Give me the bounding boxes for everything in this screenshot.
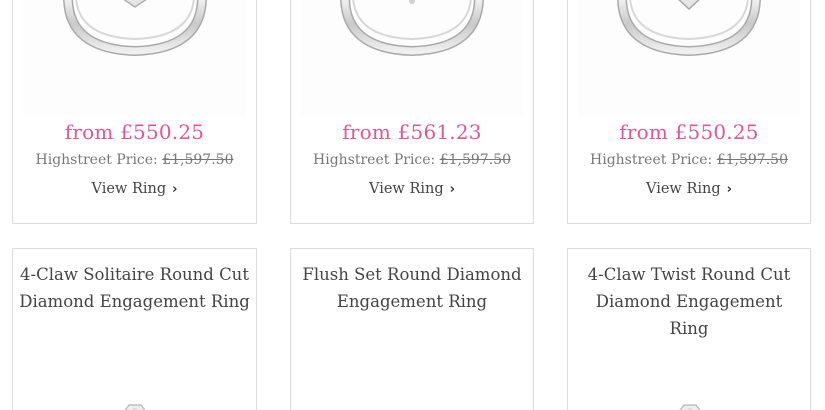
product-card[interactable]: from £550.25 Highstreet Price: £1,597.50… xyxy=(567,0,811,224)
highstreet-label: Highstreet Price: xyxy=(313,152,436,168)
view-ring-link[interactable]: View Ring › xyxy=(568,181,810,197)
product-title[interactable]: Flush Set Round Diamond Engagement Ring xyxy=(297,261,527,315)
product-title-line: Flush Set Round Diamond xyxy=(302,265,522,284)
product-price: from £561.23 xyxy=(342,120,482,144)
product-price: from £550.25 xyxy=(619,120,759,144)
ring-image[interactable] xyxy=(23,329,246,410)
view-ring-label: View Ring xyxy=(369,181,444,197)
product-title-line: 4-Claw Twist Round Cut xyxy=(587,265,791,284)
ring-image[interactable] xyxy=(23,0,246,117)
highstreet-value: £1,597.50 xyxy=(716,152,788,168)
highstreet-price: Highstreet Price: £1,597.50 xyxy=(13,152,256,168)
chevron-right-icon: › xyxy=(726,182,732,197)
ring-image[interactable] xyxy=(578,0,800,117)
ring-image[interactable] xyxy=(578,329,800,410)
product-title-line: Engagement Ring xyxy=(336,292,488,311)
chevron-right-icon: › xyxy=(449,182,455,197)
view-ring-link[interactable]: View Ring › xyxy=(13,181,256,197)
highstreet-label: Highstreet Price: xyxy=(590,152,713,168)
highstreet-value: £1,597.50 xyxy=(162,152,234,168)
highstreet-price: Highstreet Price: £1,597.50 xyxy=(291,152,533,168)
product-card[interactable]: from £550.25 Highstreet Price: £1,597.50… xyxy=(12,0,257,224)
product-price: from £550.25 xyxy=(64,120,205,144)
highstreet-label: Highstreet Price: xyxy=(35,152,158,168)
product-grid: from £550.25 Highstreet Price: £1,597.50… xyxy=(0,0,825,410)
product-title-line: Diamond Engagement Ring xyxy=(19,292,250,311)
ring-image[interactable] xyxy=(301,329,523,410)
product-card[interactable]: 4-Claw Solitaire Round Cut Diamond Engag… xyxy=(12,248,257,410)
view-ring-label: View Ring xyxy=(646,181,721,197)
product-title[interactable]: 4-Claw Solitaire Round Cut Diamond Engag… xyxy=(19,261,250,315)
product-card[interactable]: Flush Set Round Diamond Engagement Ring xyxy=(290,248,534,410)
view-ring-label: View Ring xyxy=(91,181,167,197)
ring-image[interactable] xyxy=(301,0,523,117)
product-card[interactable]: from £561.23 Highstreet Price: £1,597.50… xyxy=(290,0,534,224)
product-card[interactable]: 4-Claw Twist Round Cut Diamond Engagemen… xyxy=(567,248,811,410)
highstreet-value: £1,597.50 xyxy=(439,152,511,168)
highstreet-price: Highstreet Price: £1,597.50 xyxy=(568,152,810,168)
chevron-right-icon: › xyxy=(172,182,178,197)
view-ring-link[interactable]: View Ring › xyxy=(291,181,533,197)
product-title-line: 4-Claw Solitaire Round Cut xyxy=(20,265,249,284)
